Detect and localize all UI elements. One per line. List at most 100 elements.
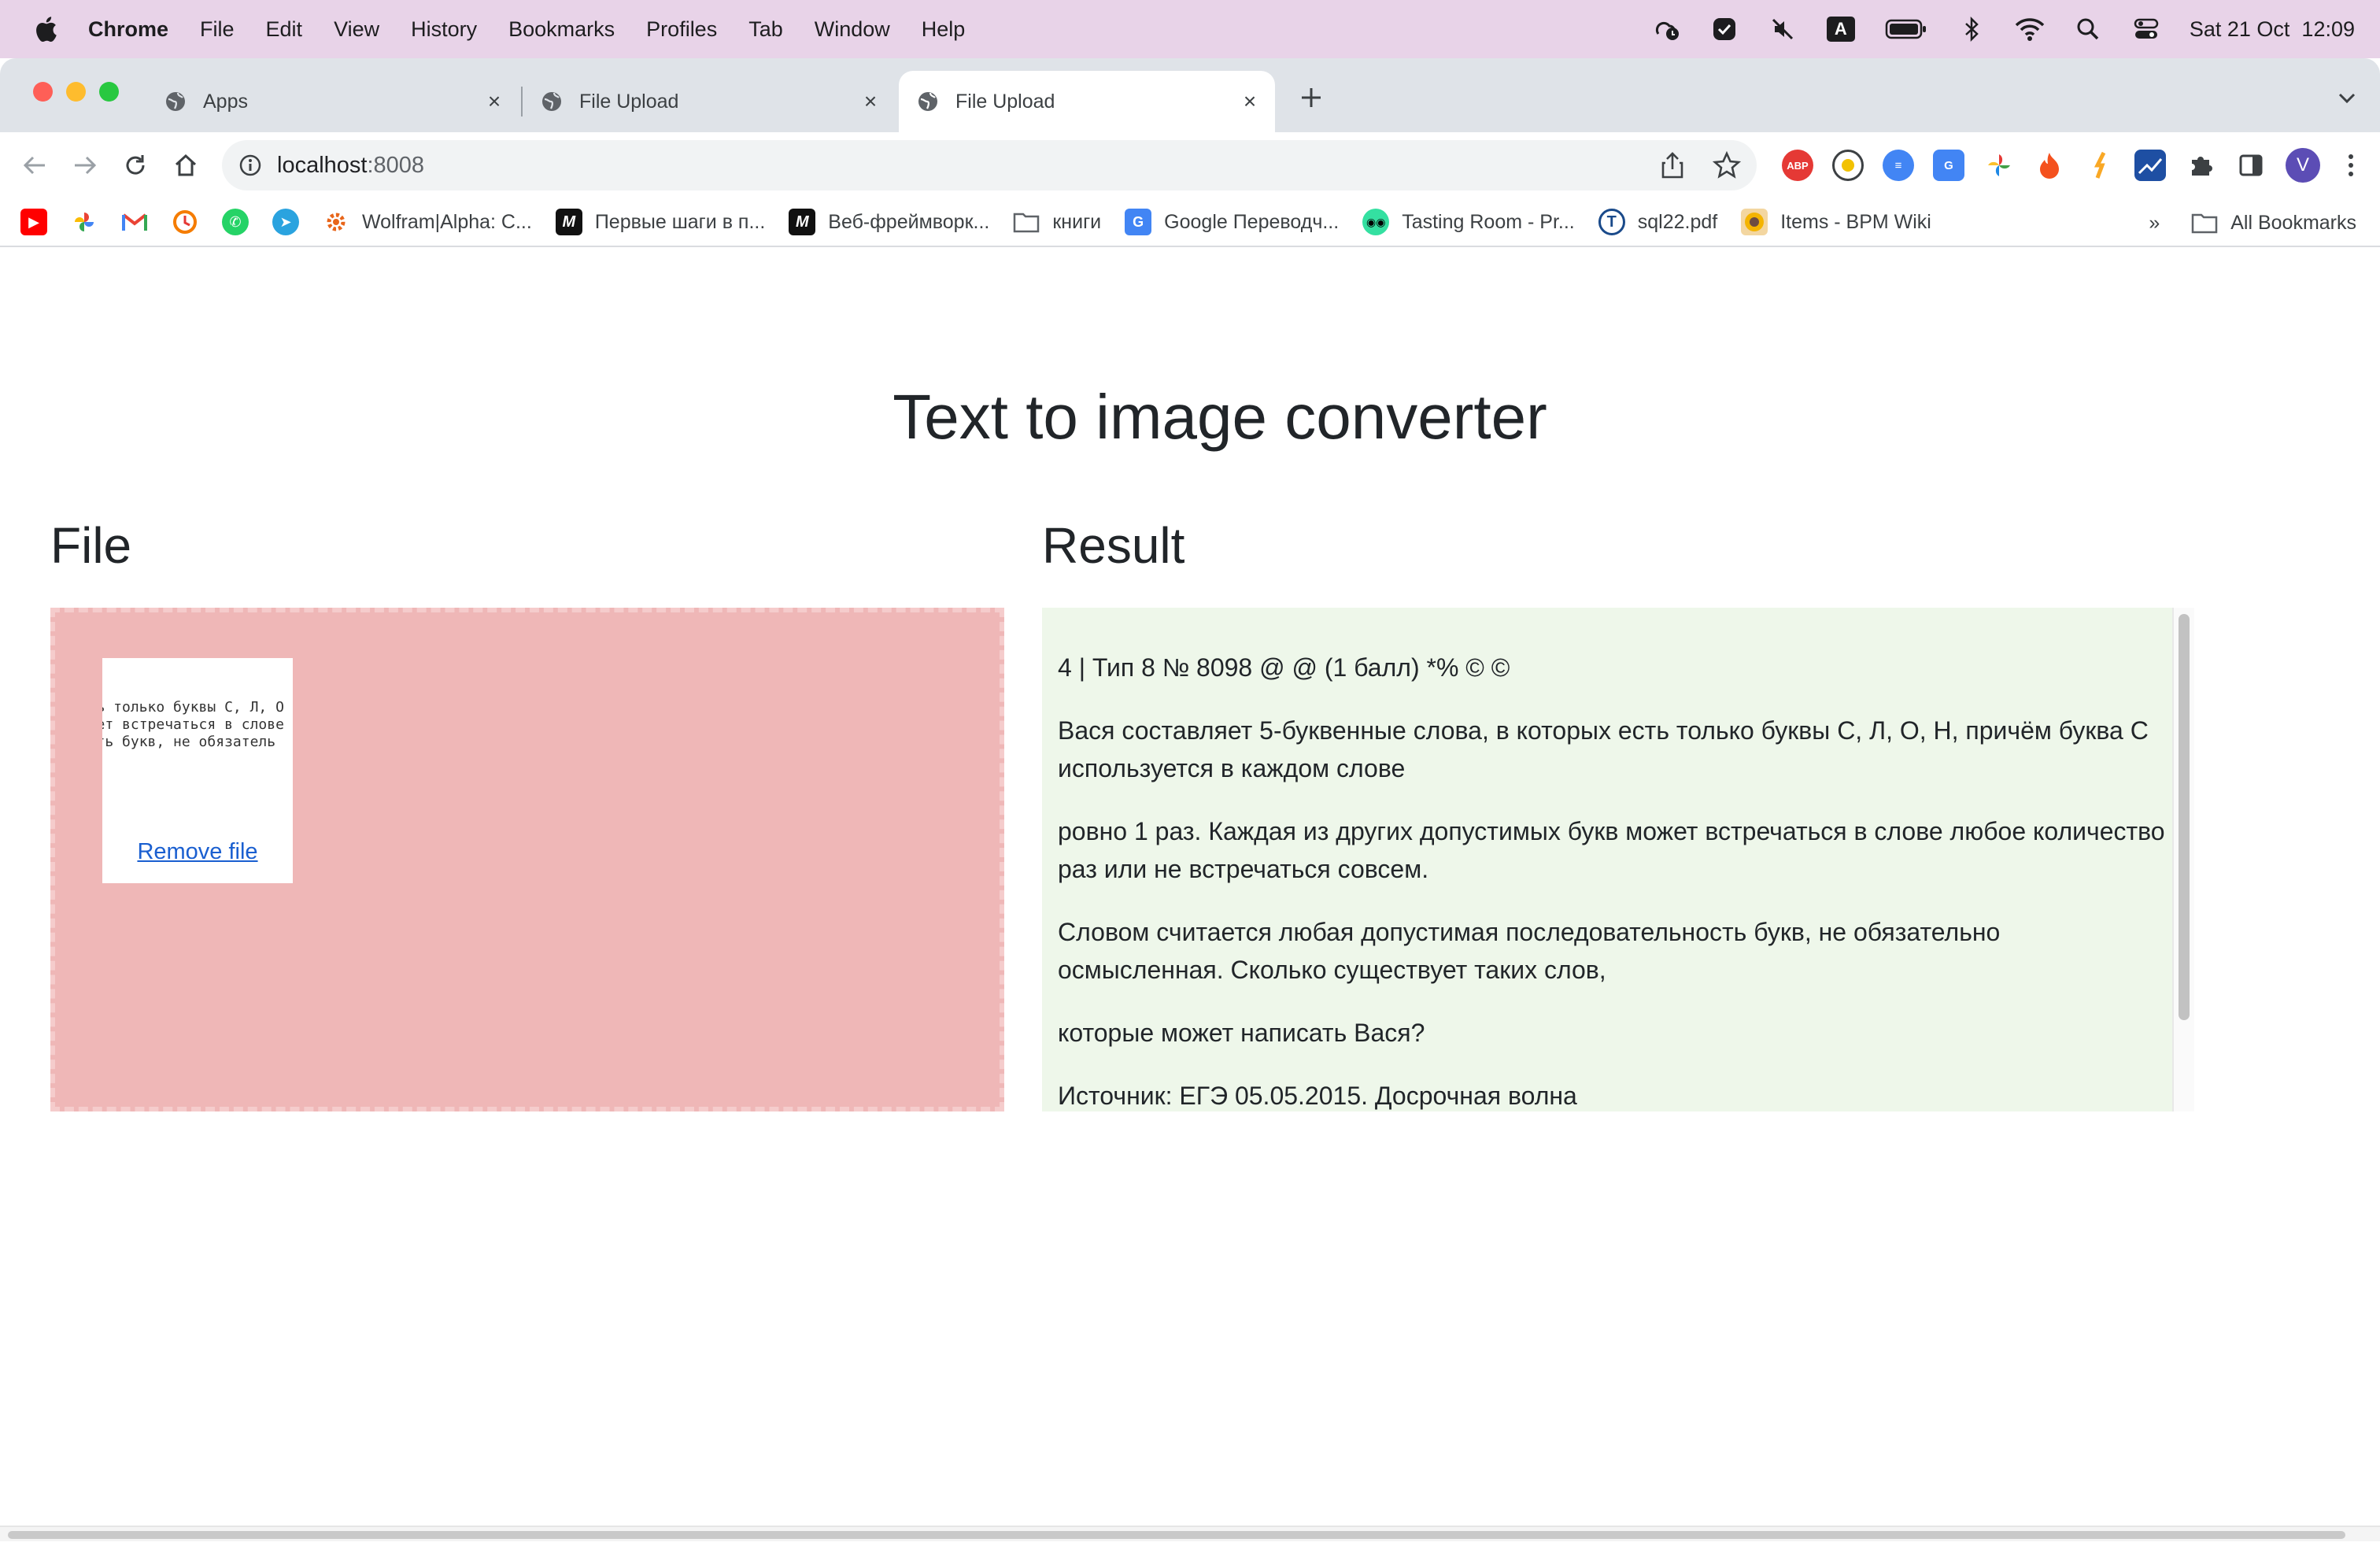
home-icon[interactable] bbox=[168, 148, 203, 183]
time-machine-icon[interactable] bbox=[1651, 14, 1681, 44]
forward-arrow-icon[interactable] bbox=[68, 148, 102, 183]
status-area: A Sat 21 Oct 12:09 bbox=[1651, 0, 2355, 58]
tab-strip: Apps × File Upload × File Upload × bbox=[0, 58, 2380, 132]
wifi-icon[interactable] bbox=[2015, 14, 2045, 44]
remove-file-link[interactable]: Remove file bbox=[102, 839, 293, 883]
input-source-icon[interactable]: A bbox=[1826, 14, 1856, 44]
bookmark-tasting-room[interactable]: ◉◉ Tasting Room - Pr... bbox=[1362, 209, 1575, 235]
close-icon[interactable]: × bbox=[485, 89, 504, 113]
folder-icon bbox=[2191, 209, 2219, 236]
chart-extension-icon[interactable] bbox=[2134, 150, 2166, 181]
mute-icon[interactable] bbox=[1768, 14, 1798, 44]
bookmark-label: Items - BPM Wiki bbox=[1780, 210, 1931, 233]
web-page: Text to image converter File Result есть… bbox=[0, 249, 2380, 1546]
profile-avatar[interactable]: V bbox=[2286, 148, 2320, 183]
close-icon[interactable]: × bbox=[1240, 89, 1259, 113]
youtube-icon[interactable]: ▶ bbox=[20, 209, 47, 235]
site-info-icon[interactable] bbox=[238, 153, 263, 178]
bookmark-label: Первые шаги в п... bbox=[594, 210, 766, 233]
tab-file-upload-active[interactable]: File Upload × bbox=[899, 71, 1275, 132]
result-paragraph: ровно 1 раз. Каждая из других допустимых… bbox=[1058, 817, 2165, 883]
bookmark-star-icon[interactable] bbox=[1712, 150, 1742, 183]
tab-apps[interactable]: Apps × bbox=[150, 71, 519, 132]
tab-file-upload-1[interactable]: File Upload × bbox=[526, 71, 896, 132]
menu-edit[interactable]: Edit bbox=[266, 17, 303, 42]
bookmark-wolfram[interactable]: Wolfram|Alpha: C... bbox=[323, 209, 532, 235]
kebab-menu-icon[interactable] bbox=[2339, 150, 2363, 181]
zoom-window-button[interactable] bbox=[99, 82, 119, 102]
menu-app-name[interactable]: Chrome bbox=[88, 17, 168, 42]
bookmark-folder-books[interactable]: книги bbox=[1013, 209, 1101, 235]
scrollbar-thumb[interactable] bbox=[8, 1531, 2345, 1539]
google-photos-icon[interactable] bbox=[71, 209, 98, 235]
thumbnail-line: ность букв, не обязатель bbox=[102, 734, 276, 750]
m-logo-icon: M bbox=[789, 209, 816, 235]
close-window-button[interactable] bbox=[33, 82, 53, 102]
result-vertical-scrollbar[interactable] bbox=[2172, 608, 2194, 1111]
clock[interactable]: Sat 21 Oct 12:09 bbox=[2190, 17, 2355, 42]
menu-view[interactable]: View bbox=[334, 17, 379, 42]
extension-circle-icon[interactable] bbox=[1832, 150, 1864, 181]
back-arrow-icon[interactable] bbox=[17, 148, 52, 183]
google-docs-icon[interactable]: ≡ bbox=[1883, 150, 1914, 181]
control-center-icon[interactable] bbox=[2131, 14, 2161, 44]
result-paragraph: которые может написать Вася? bbox=[1058, 1019, 1425, 1047]
menu-bookmarks[interactable]: Bookmarks bbox=[508, 17, 615, 42]
macos-menu-bar: Chrome File Edit View History Bookmarks … bbox=[0, 0, 2380, 58]
result-text: 4 | Тип 8 № 8098 @ @ (1 балл) *% © © Вас… bbox=[1058, 649, 2168, 1111]
tab-search-chevron-icon[interactable] bbox=[2334, 85, 2360, 110]
bookmark-web-framework[interactable]: M Веб-фреймворк... bbox=[789, 209, 989, 235]
file-dropzone[interactable]: есть только буквы С, Л, О может встречат… bbox=[50, 608, 1004, 1111]
scrollbar-thumb[interactable] bbox=[2179, 614, 2190, 1020]
window-controls bbox=[33, 82, 119, 102]
page-horizontal-scrollbar[interactable] bbox=[0, 1526, 2380, 1541]
fire-icon[interactable] bbox=[2034, 150, 2065, 181]
bookmark-label: Google Переводч... bbox=[1164, 210, 1340, 233]
yellow-lightning-icon[interactable] bbox=[2084, 150, 2116, 181]
battery-icon[interactable] bbox=[1884, 14, 1928, 44]
bookmark-sql22[interactable]: T sql22.pdf bbox=[1598, 209, 1717, 235]
minimize-window-button[interactable] bbox=[66, 82, 86, 102]
all-bookmarks-folder[interactable]: All Bookmarks bbox=[2191, 209, 2356, 236]
menu-window[interactable]: Window bbox=[815, 17, 890, 42]
bookmark-label: Wolfram|Alpha: C... bbox=[362, 210, 532, 233]
gmail-icon[interactable] bbox=[121, 209, 148, 235]
bookmark-bpm-wiki[interactable]: Items - BPM Wiki bbox=[1741, 209, 1931, 235]
result-paragraph: Словом считается любая допустимая послед… bbox=[1058, 918, 2001, 984]
apple-logo-icon[interactable] bbox=[31, 15, 60, 43]
share-icon[interactable] bbox=[1659, 151, 1686, 183]
puzzle-extensions-icon[interactable] bbox=[2185, 150, 2216, 181]
tripadvisor-owl-icon: ◉◉ bbox=[1362, 209, 1390, 235]
google-translate-icon[interactable]: G bbox=[1933, 150, 1964, 181]
file-thumbnail-image: есть только буквы С, Л, О может встречат… bbox=[102, 658, 293, 776]
menu-tab[interactable]: Tab bbox=[748, 17, 783, 42]
reload-icon[interactable] bbox=[118, 148, 153, 183]
side-panel-icon[interactable] bbox=[2235, 150, 2267, 181]
pinwheel-icon[interactable] bbox=[1983, 150, 2015, 181]
all-bookmarks-label: All Bookmarks bbox=[2230, 211, 2356, 234]
bookmarks-overflow-chevron[interactable]: » bbox=[2149, 212, 2160, 235]
bookmark-first-steps[interactable]: M Первые шаги в п... bbox=[555, 209, 766, 235]
chrome-window: Apps × File Upload × File Upload × local… bbox=[0, 58, 2380, 1546]
url-text[interactable]: localhost:8008 bbox=[277, 153, 424, 179]
result-panel[interactable]: 4 | Тип 8 № 8098 @ @ (1 балл) *% © © Вас… bbox=[1042, 608, 2194, 1111]
file-heading: File bbox=[50, 517, 132, 574]
bookmark-label: Веб-фреймворк... bbox=[828, 210, 990, 233]
whatsapp-icon[interactable]: ✆ bbox=[222, 209, 249, 235]
spotlight-search-icon[interactable] bbox=[2073, 14, 2103, 44]
menu-history[interactable]: History bbox=[411, 17, 477, 42]
bookmark-label: Tasting Room - Pr... bbox=[1402, 210, 1575, 233]
adblock-plus-icon[interactable]: ABP bbox=[1782, 150, 1813, 181]
google-translate-icon: G bbox=[1125, 209, 1152, 235]
menu-profiles[interactable]: Profiles bbox=[646, 17, 717, 42]
clock-app-icon[interactable] bbox=[172, 209, 198, 235]
menu-file[interactable]: File bbox=[200, 17, 235, 42]
checkmark-shield-icon[interactable] bbox=[1709, 14, 1739, 44]
new-tab-button[interactable] bbox=[1295, 82, 1327, 113]
close-icon[interactable]: × bbox=[861, 89, 880, 113]
bluetooth-icon[interactable] bbox=[1957, 14, 1986, 44]
bookmark-google-translate[interactable]: G Google Переводч... bbox=[1125, 209, 1339, 235]
menu-help[interactable]: Help bbox=[922, 17, 966, 42]
telegram-icon[interactable]: ➤ bbox=[272, 209, 299, 235]
address-bar[interactable]: localhost:8008 bbox=[222, 140, 1757, 190]
